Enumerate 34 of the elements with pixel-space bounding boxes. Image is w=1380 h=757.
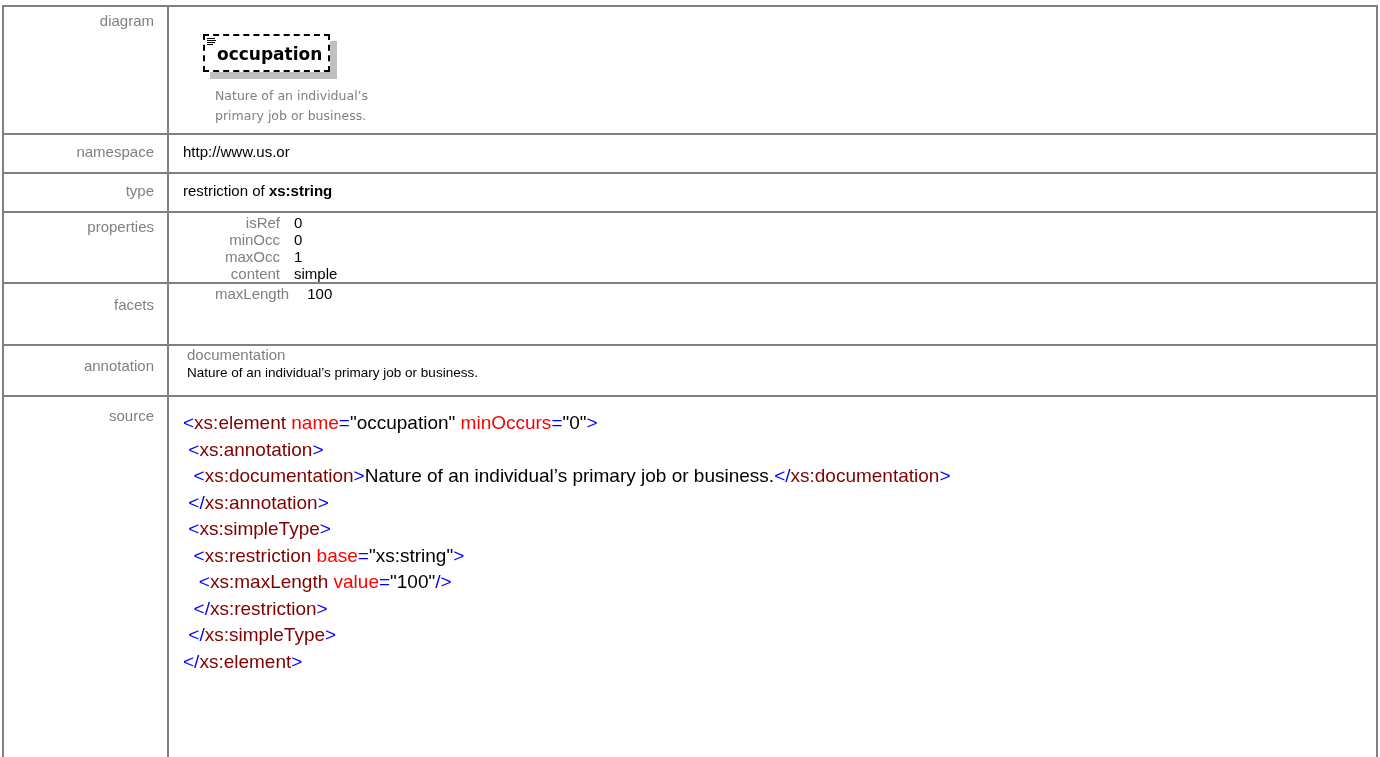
property-name: minOcc (228, 231, 280, 248)
row-label: source (108, 407, 154, 424)
property-value: 0 (294, 214, 304, 231)
property-value: 1 (294, 248, 304, 265)
property-name: isRef (244, 214, 280, 231)
element-name: occupation (217, 43, 323, 64)
property-value: 100 (307, 285, 333, 302)
property-value: 0 (294, 231, 304, 248)
lines-icon (207, 38, 216, 45)
row-label: namespace (76, 143, 154, 160)
property-name: content (229, 265, 280, 282)
code-line: <xs:maxLength value="100"/> (197, 570, 453, 594)
property-value: simple (294, 265, 338, 282)
code-line: </xs:element> (183, 649, 304, 674)
field-value: http://www.us.or (183, 143, 290, 160)
code-line: <xs:annotation> (187, 437, 325, 462)
code-line: <xs:documentation>Nature of an individual’s primary job or business.</xs:documentation> (192, 464, 952, 488)
code-line: </xs:annotation> (187, 490, 330, 515)
annotation-heading: documentation (187, 346, 287, 364)
code-line: <xs:element name="occupation" minOccurs="0"> (183, 411, 599, 435)
element-description: Nature of an individual’s primary job or business. (215, 87, 370, 125)
code-line: <xs:restriction base="xs:string"> (192, 543, 466, 568)
row-label: properties (87, 218, 154, 235)
field-value: restriction of xs:string (183, 182, 333, 199)
property-name: maxLength (215, 285, 290, 302)
property-name: maxOcc (225, 248, 280, 265)
code-line: <xs:simpleType> (187, 517, 332, 541)
row-label: annotation (83, 357, 154, 374)
row-label: facets (113, 296, 154, 313)
code-line: </xs:simpleType> (187, 623, 338, 647)
row-label: type (125, 182, 154, 199)
code-line: </xs:restriction> (192, 596, 329, 621)
annotation-text: Nature of an individual’s primary job or business. (187, 364, 479, 382)
row-label: diagram (99, 12, 154, 29)
